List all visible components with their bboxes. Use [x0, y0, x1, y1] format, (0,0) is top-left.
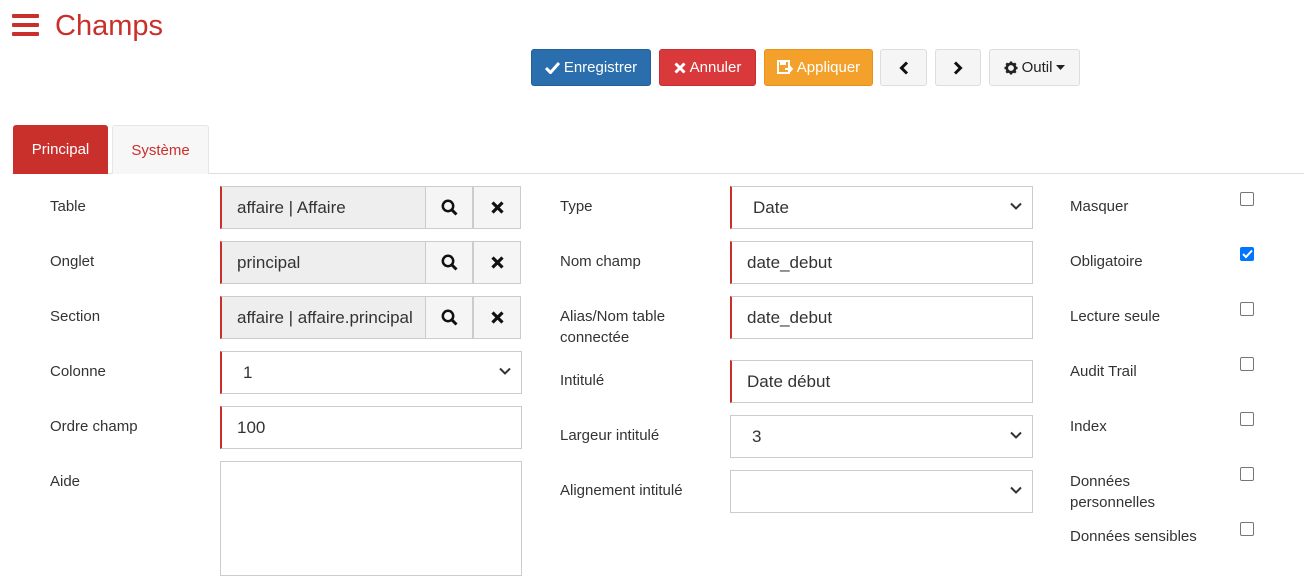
search-icon: [441, 254, 458, 271]
check-icon: [544, 61, 560, 74]
chevron-down-icon: [499, 367, 511, 375]
onglet-search-button[interactable]: [425, 241, 473, 284]
masquer-checkbox[interactable]: [1240, 192, 1254, 206]
largeur-intitule-label: Largeur intitulé: [560, 427, 660, 444]
table-field[interactable]: affaire | Affaire: [220, 186, 426, 229]
audit-trail-label: Audit Trail: [1070, 363, 1137, 380]
donnees-personnelles-line2: personnelles: [1070, 494, 1156, 511]
apply-button[interactable]: Appliquer: [764, 49, 873, 86]
tools-button-label: Outil: [1021, 59, 1053, 76]
aide-label: Aide: [50, 473, 81, 490]
table-label: Table: [50, 198, 86, 215]
colonne-select[interactable]: 1: [220, 351, 522, 394]
apply-button-label: Appliquer: [796, 59, 861, 76]
apply-icon: [776, 60, 793, 74]
donnees-personnelles-line1: Données: [1070, 473, 1131, 490]
index-label: Index: [1070, 418, 1107, 435]
save-button[interactable]: Enregistrer: [531, 49, 651, 86]
type-value: Date: [753, 197, 789, 217]
alignement-intitule-select[interactable]: [730, 470, 1033, 513]
alias-label-line1: Alias/Nom table: [560, 308, 666, 325]
audit-trail-checkbox[interactable]: [1240, 357, 1254, 371]
section-field[interactable]: affaire | affaire.principal: [220, 296, 426, 339]
section-clear-button[interactable]: [473, 296, 521, 339]
onglet-field[interactable]: principal: [220, 241, 426, 284]
onglet-clear-button[interactable]: [473, 241, 521, 284]
search-icon: [441, 309, 458, 326]
donnees-sensibles-label: Données sensibles: [1070, 528, 1197, 545]
lecture-seule-label: Lecture seule: [1070, 308, 1161, 325]
colonne-value: 1: [243, 362, 253, 382]
intitule-input[interactable]: Date début: [730, 360, 1033, 403]
chevron-right-icon: [953, 60, 963, 75]
colonne-label: Colonne: [50, 363, 106, 380]
chevron-down-icon: [1010, 202, 1022, 210]
chevron-down-icon: [1010, 431, 1022, 439]
obligatoire-checkbox[interactable]: [1240, 247, 1254, 261]
lecture-seule-checkbox[interactable]: [1240, 302, 1254, 316]
close-icon: [490, 311, 504, 324]
page-title: Champs: [55, 10, 163, 42]
alias-label: Alias/Nom table connectée: [560, 306, 665, 348]
index-checkbox[interactable]: [1240, 412, 1254, 426]
aide-textarea[interactable]: [220, 461, 522, 576]
cancel-button-label: Annuler: [689, 59, 742, 76]
alias-input[interactable]: date_debut: [730, 296, 1033, 339]
intitule-label: Intitulé: [560, 372, 605, 389]
tab-principal[interactable]: Principal: [13, 125, 108, 174]
gear-icon: [1004, 61, 1018, 74]
caret-down-icon: [1056, 64, 1066, 70]
type-label: Type: [560, 198, 593, 215]
alignement-intitule-label: Alignement intitulé: [560, 482, 683, 499]
onglet-label: Onglet: [50, 253, 95, 270]
times-icon: [674, 61, 686, 74]
chevron-left-icon: [898, 60, 908, 75]
masquer-label: Masquer: [1070, 198, 1129, 215]
close-icon: [490, 256, 504, 269]
save-button-label: Enregistrer: [563, 59, 638, 76]
chevron-down-icon: [1010, 486, 1022, 494]
section-label: Section: [50, 308, 101, 325]
donnees-sensibles-checkbox[interactable]: [1240, 522, 1254, 536]
next-button[interactable]: [935, 49, 981, 86]
search-icon: [441, 199, 458, 216]
table-clear-button[interactable]: [473, 186, 521, 229]
obligatoire-label: Obligatoire: [1070, 253, 1143, 270]
alias-label-line2: connectée: [560, 329, 630, 346]
previous-button[interactable]: [880, 49, 927, 86]
type-select[interactable]: Date: [730, 186, 1033, 229]
largeur-intitule-select[interactable]: 3: [730, 415, 1033, 458]
section-search-button[interactable]: [425, 296, 473, 339]
check-icon: [1242, 249, 1253, 259]
ordre-champ-input[interactable]: 100: [220, 406, 522, 449]
cancel-button[interactable]: Annuler: [659, 49, 756, 86]
close-icon: [490, 201, 504, 214]
nom-champ-label: Nom champ: [560, 253, 641, 270]
tab-systeme[interactable]: Système: [112, 125, 209, 174]
nom-champ-input[interactable]: date_debut: [730, 241, 1033, 284]
donnees-personnelles-label: Données personnelles: [1070, 471, 1155, 513]
ordre-champ-label: Ordre champ: [50, 418, 138, 435]
menu-icon[interactable]: [12, 14, 39, 36]
donnees-personnelles-checkbox[interactable]: [1240, 467, 1254, 481]
tools-dropdown-button[interactable]: Outil: [989, 49, 1080, 86]
largeur-intitule-value: 3: [752, 426, 762, 446]
table-search-button[interactable]: [425, 186, 473, 229]
